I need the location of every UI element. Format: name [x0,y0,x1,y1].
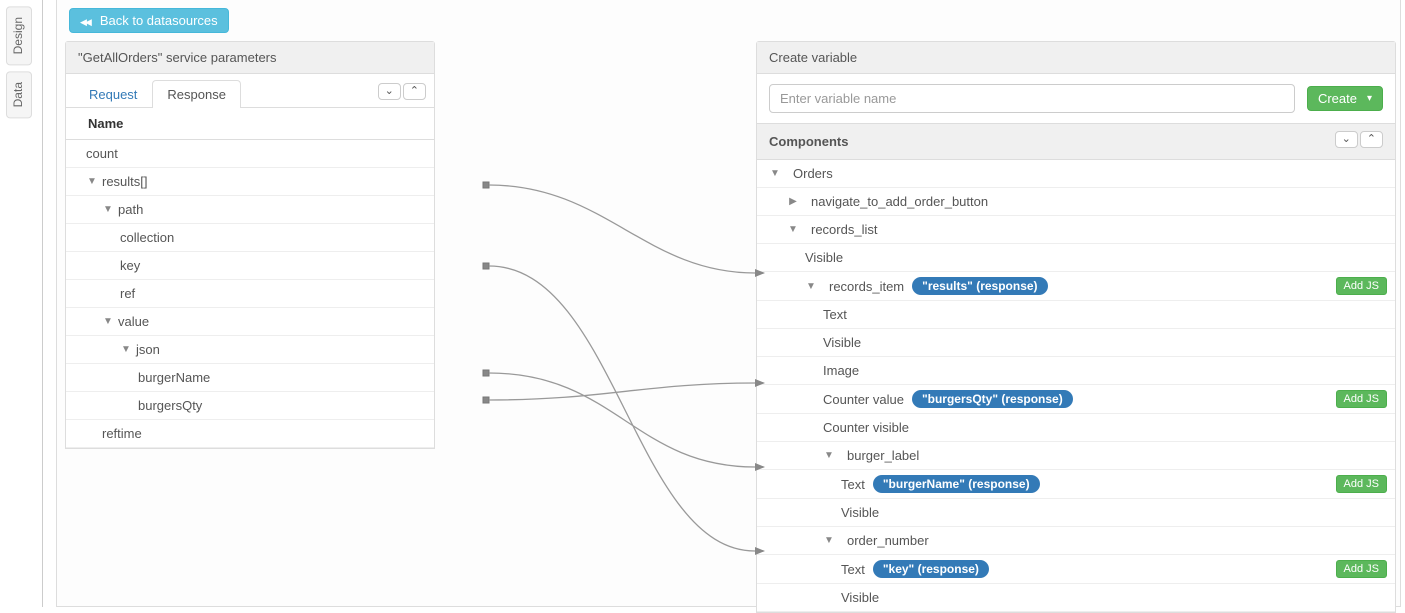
tree-item[interactable]: reftime [66,420,434,448]
tree-item[interactable]: ▼results[] [66,168,434,196]
chevron-down-icon: ⌄ [1342,133,1351,145]
component-node[interactable]: ▼order_number [757,527,1395,555]
tab-response[interactable]: Response [152,80,241,108]
component-node[interactable]: ▼records_list [757,216,1395,244]
variable-name-input[interactable] [769,84,1295,113]
component-node[interactable]: ▼burger_label [757,442,1395,470]
vertical-divider [42,0,43,607]
component-prop[interactable]: Visible [757,499,1395,527]
add-js-button[interactable]: Add JS [1336,560,1387,578]
chevron-down-icon: ⌄ [385,85,394,97]
mapping-connectors [435,41,767,601]
component-prop[interactable]: Text "key" (response) Add JS [757,555,1395,584]
caret-down-icon[interactable]: ▼ [120,344,132,355]
tree-item[interactable]: count [66,140,434,168]
column-header-name: Name [66,108,434,140]
component-prop[interactable]: Image [757,357,1395,385]
back-button-label: Back to datasources [100,13,218,28]
caret-down-icon[interactable]: ▼ [102,204,114,215]
binding-pill[interactable]: "key" (response) [873,560,989,578]
chevron-up-icon: ⌃ [1367,133,1376,145]
add-js-button[interactable]: Add JS [1336,390,1387,408]
component-prop[interactable]: Text "burgerName" (response) Add JS [757,470,1395,499]
tree-item[interactable]: collection [66,224,434,252]
binding-pill[interactable]: "burgersQty" (response) [912,390,1073,408]
caret-down-icon[interactable]: ▼ [769,168,781,179]
component-prop[interactable]: Text [757,301,1395,329]
component-node[interactable]: ▼ records_item "results" (response) Add … [757,272,1395,301]
tree-item[interactable]: ref [66,280,434,308]
caret-down-icon[interactable]: ▼ [787,224,799,235]
add-js-button[interactable]: Add JS [1336,475,1387,493]
binding-pill[interactable]: "burgerName" (response) [873,475,1040,493]
component-prop[interactable]: Counter visible [757,414,1395,442]
chevron-up-icon: ⌃ [410,85,419,97]
create-variable-button[interactable]: Create [1307,86,1383,111]
back-to-datasources-button[interactable]: Back to datasources [69,8,229,33]
main-area: Back to datasources "GetAllOrders" servi… [56,0,1401,607]
binding-pill[interactable]: "results" (response) [912,277,1047,295]
rewind-icon [80,13,94,28]
component-node[interactable]: ▼Orders [757,160,1395,188]
caret-down-icon[interactable]: ▼ [823,535,835,546]
component-node[interactable]: ▶navigate_to_add_order_button [757,188,1395,216]
component-prop[interactable]: Counter value "burgersQty" (response) Ad… [757,385,1395,414]
tree-item[interactable]: ▼path [66,196,434,224]
components-title: Components [769,134,848,149]
caret-down-icon[interactable]: ▼ [823,450,835,461]
tree-item[interactable]: burgerName [66,364,434,392]
collapse-up-button[interactable]: ⌃ [403,83,426,100]
caret-right-icon[interactable]: ▶ [787,196,799,207]
service-parameters-panel: "GetAllOrders" service parameters Reques… [65,41,435,449]
left-panel-title: "GetAllOrders" service parameters [78,50,277,65]
components-collapse-button[interactable]: ⌃ [1360,131,1383,148]
component-prop[interactable]: Visible [757,329,1395,357]
create-variable-title: Create variable [769,50,857,65]
caret-down-icon[interactable]: ▼ [805,281,817,292]
tab-request[interactable]: Request [74,80,152,108]
component-prop[interactable]: Visible [757,584,1395,612]
side-tab-design[interactable]: Design [6,6,32,65]
caret-down-icon[interactable]: ▼ [102,316,114,327]
expand-down-button[interactable]: ⌄ [378,83,401,100]
right-panel: Create variable Create Components ⌄ ⌃ ▼O… [756,41,1396,613]
tree-item[interactable]: key [66,252,434,280]
add-js-button[interactable]: Add JS [1336,277,1387,295]
tree-item[interactable]: ▼value [66,308,434,336]
side-tab-data[interactable]: Data [6,71,32,118]
components-expand-button[interactable]: ⌄ [1335,131,1358,148]
tree-item[interactable]: burgersQty [66,392,434,420]
component-prop[interactable]: Visible [757,244,1395,272]
tree-item[interactable]: ▼json [66,336,434,364]
caret-down-icon[interactable]: ▼ [86,176,98,187]
